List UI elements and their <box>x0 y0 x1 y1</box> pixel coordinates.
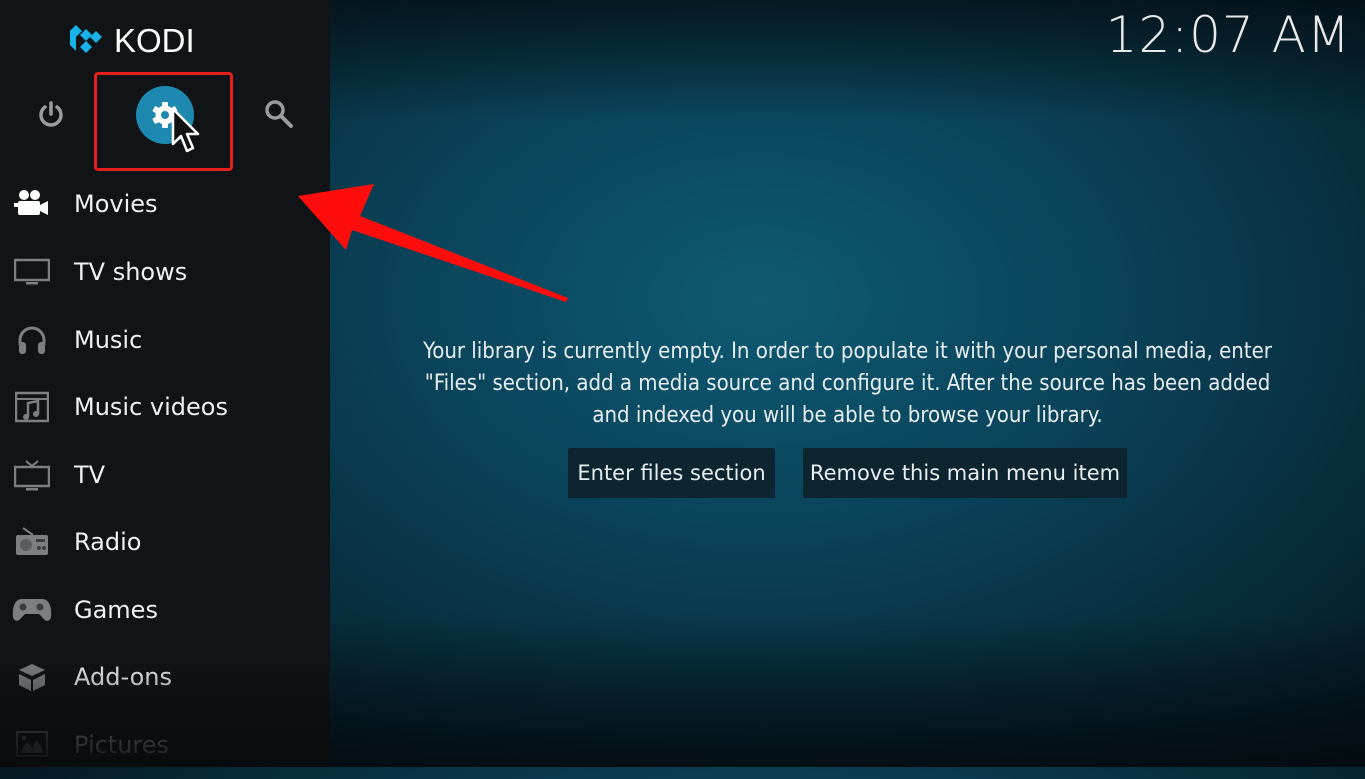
search-button[interactable] <box>262 97 296 131</box>
monitor-icon <box>12 255 52 289</box>
message-line: "Files" section, add a media source and … <box>424 371 1271 396</box>
clock: 12:07 AM <box>1105 6 1351 64</box>
menu-label: Games <box>74 596 158 624</box>
menu-item-movies[interactable]: Movies <box>0 170 330 238</box>
message-line: and indexed you will be able to browse y… <box>592 403 1103 428</box>
menu-item-tv-shows[interactable]: TV shows <box>0 238 330 306</box>
menu-label: TV shows <box>74 258 188 286</box>
message-line: Your library is currently empty. In orde… <box>423 339 1272 364</box>
power-icon <box>39 101 63 127</box>
menu-item-tv[interactable]: TV <box>0 441 330 509</box>
settings-highlight-annotation <box>94 72 233 171</box>
menu-label: Pictures <box>74 731 170 759</box>
menu-label: TV <box>74 461 106 489</box>
kodi-logo-icon <box>70 25 102 53</box>
background-bottom-fade <box>330 617 1365 767</box>
menu-item-add-ons[interactable]: Add-ons <box>0 643 330 711</box>
music-video-icon <box>12 390 52 424</box>
menu-item-music[interactable]: Music <box>0 306 330 374</box>
gamepad-icon <box>12 593 52 627</box>
app-name: KODI <box>114 22 195 59</box>
mouse-cursor-icon <box>171 107 200 153</box>
menu-label: Add-ons <box>74 663 172 691</box>
remove-menu-item-button[interactable]: Remove this main menu item <box>803 448 1127 498</box>
enter-files-section-button[interactable]: Enter files section <box>568 448 775 498</box>
menu-label: Music <box>74 326 143 354</box>
tv-antenna-icon <box>12 458 52 492</box>
menu-item-radio[interactable]: Radio <box>0 508 330 576</box>
menu-item-music-videos[interactable]: Music videos <box>0 373 330 441</box>
menu-label: Radio <box>74 528 142 556</box>
power-button[interactable] <box>34 97 68 131</box>
search-icon <box>265 100 293 128</box>
red-arrow-annotation <box>298 184 568 302</box>
empty-library-message: Your library is currently empty. In orde… <box>360 336 1335 432</box>
radio-icon <box>12 525 52 559</box>
box-icon <box>12 660 52 694</box>
menu-label: Movies <box>74 190 158 218</box>
headphones-icon <box>12 323 52 357</box>
menu-item-games[interactable]: Games <box>0 576 330 644</box>
kodi-logo: KODI <box>66 22 195 60</box>
movie-camera-icon <box>12 187 52 221</box>
picture-icon <box>12 728 52 762</box>
menu-item-pictures[interactable]: Pictures <box>0 711 330 779</box>
menu-label: Music videos <box>74 393 228 421</box>
